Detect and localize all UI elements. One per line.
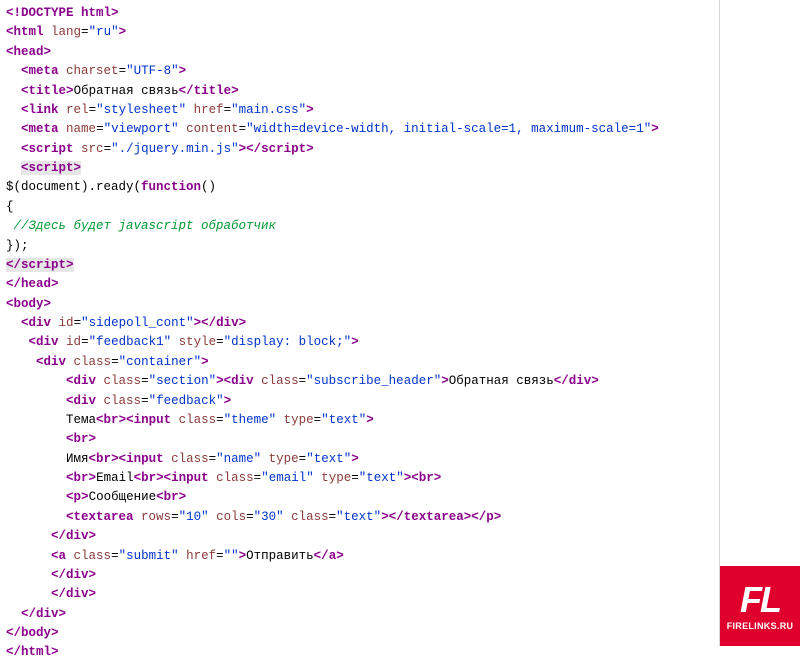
logo-big-text: FL	[740, 582, 780, 618]
code-editor: <!DOCTYPE html> <html lang="ru"> <head> …	[0, 0, 720, 646]
firelinks-logo: FL FIRELINKS.RU	[720, 566, 800, 646]
logo-small-text: FIRELINKS.RU	[727, 621, 794, 631]
